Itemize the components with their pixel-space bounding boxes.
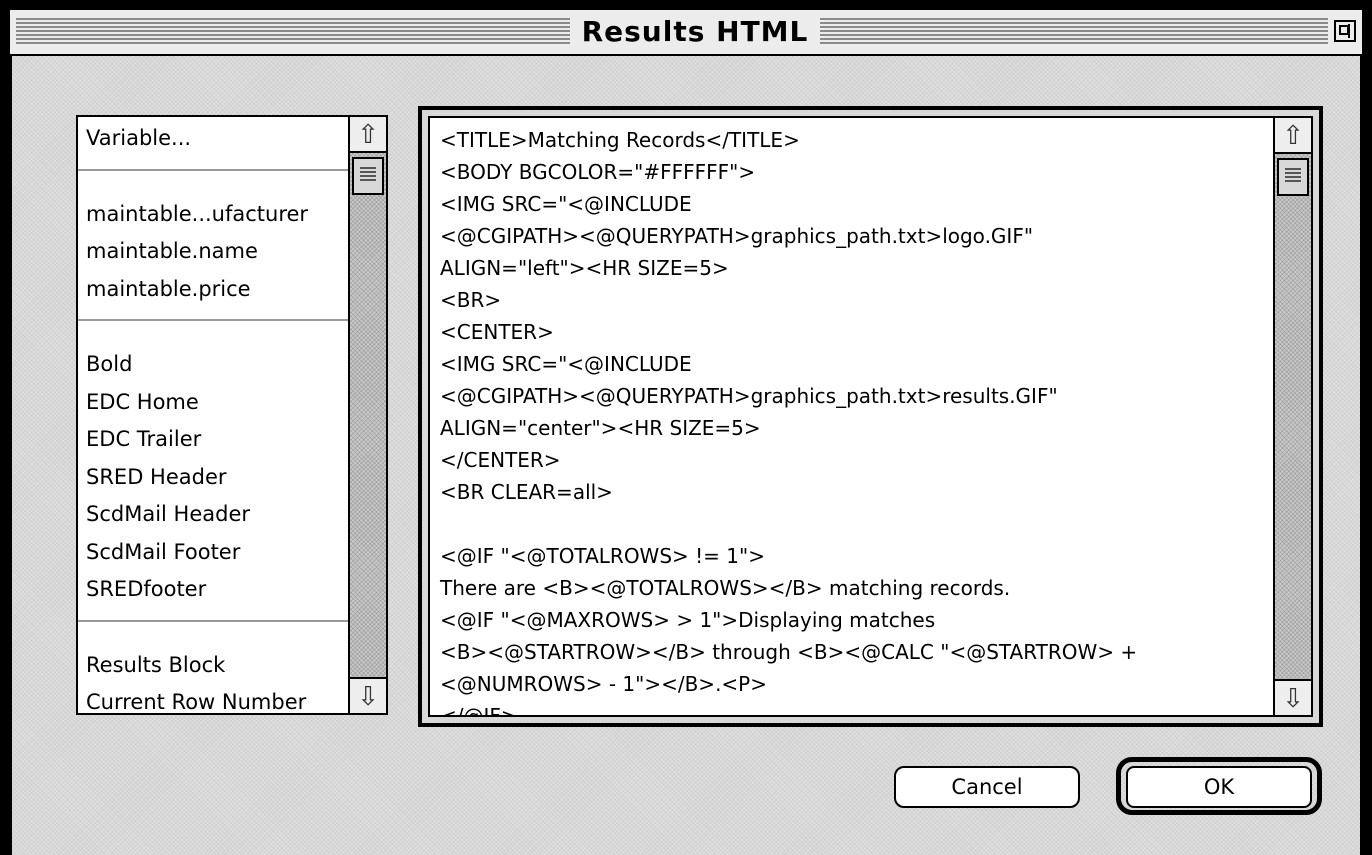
variable-list-item[interactable]: ScdMail Header xyxy=(86,497,250,531)
code-line: <@CGIPATH><@QUERYPATH>graphics_path.txt>… xyxy=(440,224,1034,248)
cancel-button[interactable]: Cancel xyxy=(894,766,1080,808)
dialog-content: Variable... maintable...ufacturer maintabl… xyxy=(12,56,1360,855)
variable-list-item[interactable]: Variable... xyxy=(86,121,191,155)
code-line: <BR CLEAR=all> xyxy=(440,480,613,504)
zoom-box-icon[interactable] xyxy=(1334,20,1356,42)
title-bar-stripes-left xyxy=(16,18,570,44)
variable-list-item[interactable]: maintable.name xyxy=(86,234,258,268)
list-separator xyxy=(78,319,348,321)
scroll-down-arrow-icon[interactable]: ⇩ xyxy=(350,677,386,713)
variables-scroll-track[interactable] xyxy=(350,153,386,677)
editor-scroll-thumb[interactable] xyxy=(1277,158,1309,196)
editor-scrollbar[interactable]: ⇧ ⇩ xyxy=(1273,118,1311,715)
scroll-up-arrow-icon[interactable]: ⇧ xyxy=(350,117,386,153)
code-line: <TITLE>Matching Records</TITLE> xyxy=(440,128,800,152)
variables-list-items: Variable... maintable...ufacturer maintabl… xyxy=(78,117,348,713)
variable-list-item[interactable]: Results Block xyxy=(86,648,225,682)
code-line: <IMG SRC="<@INCLUDE xyxy=(440,192,692,216)
variable-list-item[interactable]: ScdMail Footer xyxy=(86,535,240,569)
code-line: <@NUMROWS> - 1"></B>.<P> xyxy=(440,672,768,696)
code-line: <@CGIPATH><@QUERYPATH>graphics_path.txt>… xyxy=(440,384,1058,408)
code-line: <B><@STARTROW></B> through <B><@CALC "<@… xyxy=(440,640,1138,664)
variables-list[interactable]: Variable... maintable...ufacturer maintabl… xyxy=(76,115,388,715)
title-bar-stripes-right xyxy=(820,18,1328,44)
list-separator xyxy=(78,619,348,622)
variable-list-item[interactable]: maintable.price xyxy=(86,272,251,306)
code-line: </@IF> xyxy=(440,700,518,715)
editor-scroll-track[interactable] xyxy=(1275,154,1311,679)
variable-list-item[interactable]: EDC Home xyxy=(86,385,199,419)
scroll-up-arrow-icon[interactable]: ⇧ xyxy=(1275,118,1311,154)
variable-list-item[interactable]: Bold xyxy=(86,347,132,381)
code-line: <@IF "<@MAXROWS> > 1">Displaying matches xyxy=(440,608,936,632)
scroll-down-arrow-icon[interactable]: ⇩ xyxy=(1275,679,1311,715)
html-editor[interactable]: <TITLE>Matching Records</TITLE> <BODY BGC… xyxy=(428,116,1313,717)
variable-list-item[interactable]: SREDfooter xyxy=(86,572,206,606)
code-line: <@IF "<@TOTALROWS> != 1"> xyxy=(440,544,765,568)
code-line: <CENTER> xyxy=(440,320,554,344)
code-line: <BODY BGCOLOR="#FFFFFF"> xyxy=(440,160,756,184)
variable-list-item[interactable]: SRED Header xyxy=(86,460,227,494)
variable-list-item[interactable]: EDC Trailer xyxy=(86,422,201,456)
ok-button[interactable]: OK xyxy=(1126,766,1312,808)
code-line: ALIGN="center"><HR SIZE=5> xyxy=(440,416,761,440)
html-editor-text[interactable]: <TITLE>Matching Records</TITLE> <BODY BGC… xyxy=(430,118,1273,715)
code-line: There are <B><@TOTALROWS></B> matching r… xyxy=(440,576,1011,600)
variables-scrollbar[interactable]: ⇧ ⇩ xyxy=(348,117,386,713)
window-title: Results HTML xyxy=(576,15,814,49)
dialog-window: Results HTML Variable... maintable...ufac… xyxy=(0,0,1372,855)
variable-list-item[interactable]: Current Row Number xyxy=(86,685,306,713)
list-separator xyxy=(78,168,348,171)
title-bar[interactable]: Results HTML xyxy=(10,10,1362,56)
code-line: <IMG SRC="<@INCLUDE xyxy=(440,352,692,376)
variables-scroll-thumb[interactable] xyxy=(352,157,384,195)
code-line: <BR> xyxy=(440,288,502,312)
editor-focus-frame: <TITLE>Matching Records</TITLE> <BODY BGC… xyxy=(418,106,1323,727)
code-line: ALIGN="left"><HR SIZE=5> xyxy=(440,256,729,280)
variable-list-item[interactable]: maintable...ufacturer xyxy=(86,197,308,231)
code-line: </CENTER> xyxy=(440,448,561,472)
